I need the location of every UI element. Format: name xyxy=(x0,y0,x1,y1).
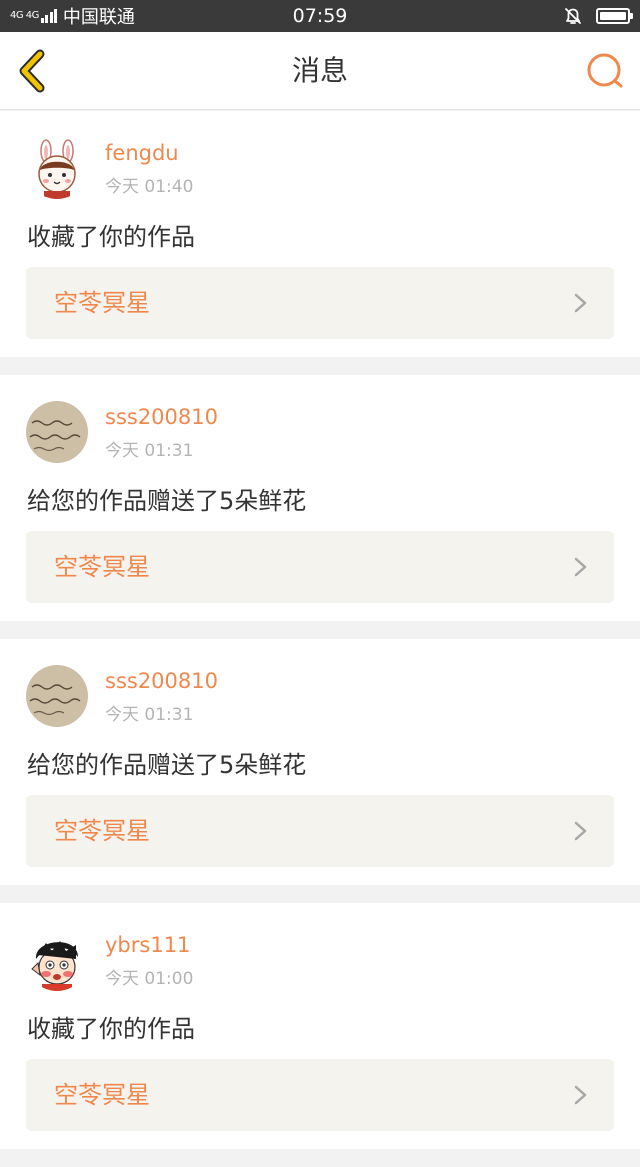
bunny-avatar-image xyxy=(26,137,88,199)
message-action: 给您的作品赠送了5朵鲜花 xyxy=(27,487,307,515)
message-action: 给您的作品赠送了5朵鲜花 xyxy=(27,751,307,779)
chevron-right-icon xyxy=(574,1085,587,1105)
handwriting-avatar-image xyxy=(26,665,88,727)
message-time: 今天 01:31 xyxy=(105,441,194,461)
message-card: sss200810 今天 01:31 给您的作品赠送了5朵鲜花 空苓冥星 xyxy=(0,375,640,621)
message-action: 收藏了你的作品 xyxy=(27,1015,195,1043)
cartoon-boy-avatar-image xyxy=(26,929,88,991)
avatar[interactable] xyxy=(26,929,88,991)
battery-icon xyxy=(596,8,633,24)
username[interactable]: sss200810 xyxy=(105,669,218,693)
message-time: 今天 01:00 xyxy=(105,969,194,989)
chevron-right-icon xyxy=(574,821,587,841)
status-right xyxy=(562,0,633,32)
avatar[interactable] xyxy=(26,137,88,199)
username[interactable]: ybrs111 xyxy=(105,933,190,957)
avatar[interactable] xyxy=(26,401,88,463)
work-link[interactable]: 空苓冥星 xyxy=(26,795,614,867)
silent-bell-icon xyxy=(565,8,581,24)
message-time: 今天 01:31 xyxy=(105,705,194,725)
work-link[interactable]: 空苓冥星 xyxy=(26,267,614,339)
status-bar: 4G 4G 中国联通 07:59 xyxy=(0,0,640,32)
chevron-right-icon xyxy=(574,557,587,577)
work-title: 空苓冥星 xyxy=(54,289,150,317)
work-link[interactable]: 空苓冥星 xyxy=(26,1059,614,1131)
message-card: sss200810 今天 01:31 给您的作品赠送了5朵鲜花 空苓冥星 xyxy=(0,639,640,885)
username[interactable]: fengdu xyxy=(105,141,179,165)
message-list: fengdu 今天 01:40 收藏了你的作品 空苓冥星 sss200810 今… xyxy=(0,111,640,1167)
avatar[interactable] xyxy=(26,665,88,727)
work-title: 空苓冥星 xyxy=(54,553,150,581)
message-card: fengdu 今天 01:40 收藏了你的作品 空苓冥星 xyxy=(0,111,640,357)
chevron-right-icon xyxy=(574,293,587,313)
search-button[interactable] xyxy=(582,48,628,94)
nav-bar: 消息 xyxy=(0,32,640,110)
username[interactable]: sss200810 xyxy=(105,405,218,429)
work-link[interactable]: 空苓冥星 xyxy=(26,531,614,603)
work-title: 空苓冥星 xyxy=(54,817,150,845)
work-title: 空苓冥星 xyxy=(54,1081,150,1109)
handwriting-avatar-image xyxy=(26,401,88,463)
search-icon xyxy=(587,53,623,88)
message-time: 今天 01:40 xyxy=(105,177,194,197)
message-action: 收藏了你的作品 xyxy=(27,223,195,251)
message-card: ybrs111 今天 01:00 收藏了你的作品 空苓冥星 xyxy=(0,903,640,1149)
status-time: 07:59 xyxy=(292,5,348,27)
page-title: 消息 xyxy=(291,54,348,87)
